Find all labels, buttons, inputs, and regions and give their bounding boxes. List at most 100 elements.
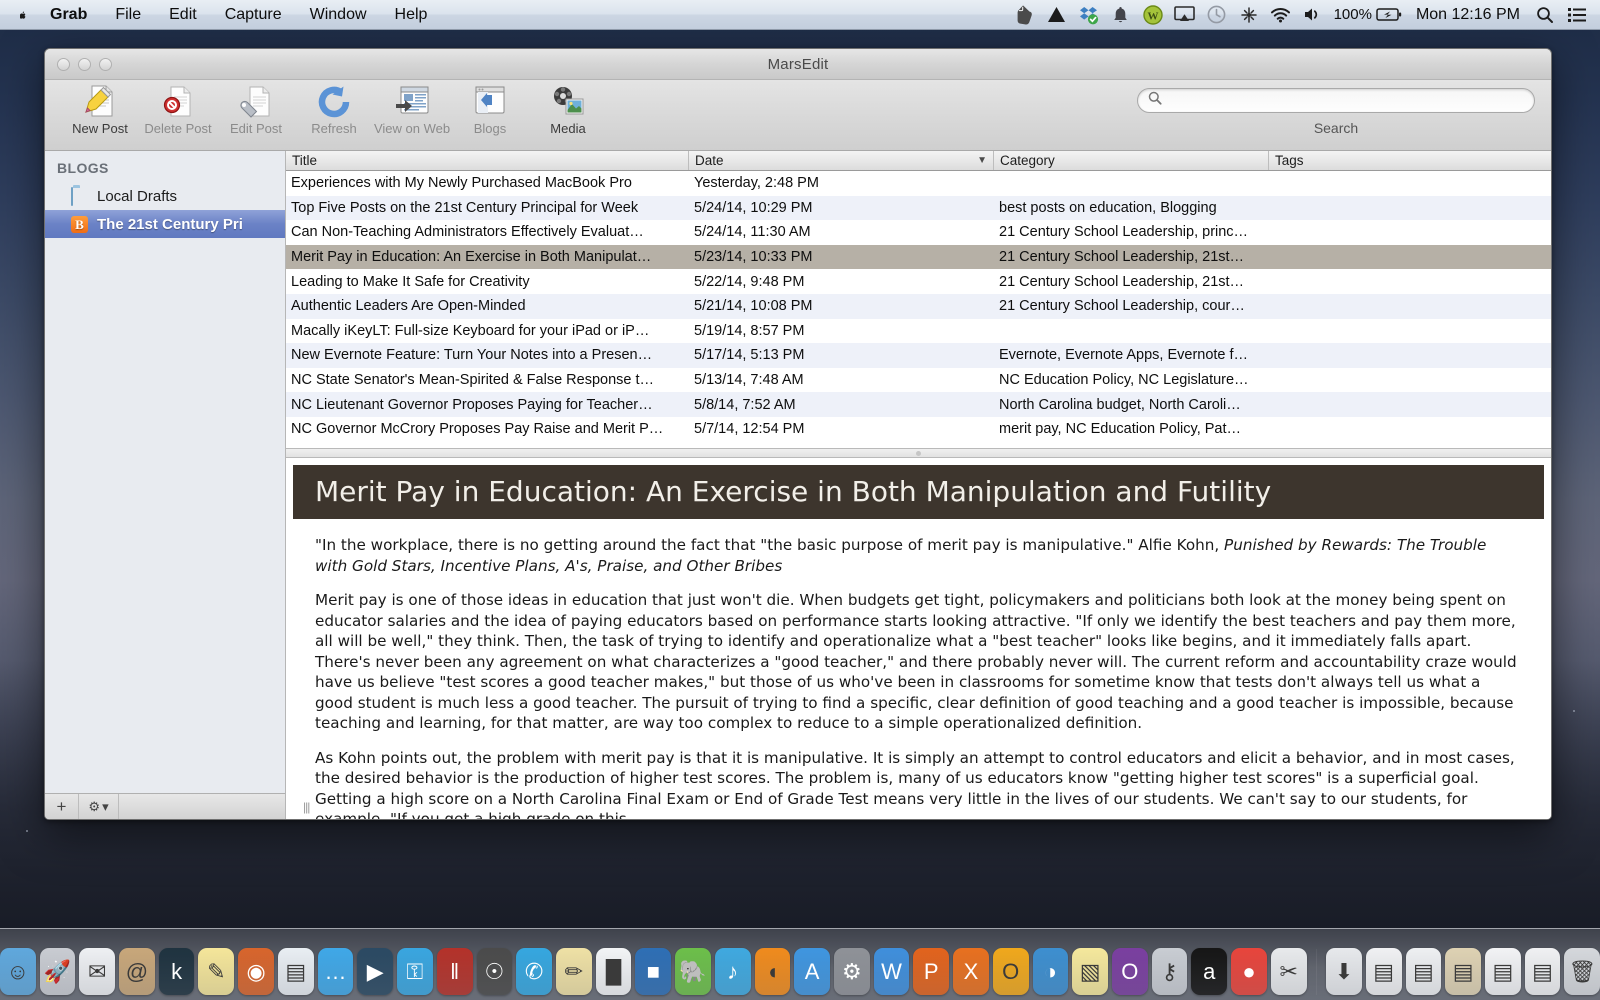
cell-cat: best posts on education, Blogging	[999, 199, 1217, 216]
dock-item-system-preferences[interactable]: ⚙	[833, 948, 870, 995]
table-row[interactable]: Can Non-Teaching Administrators Effectiv…	[286, 220, 1551, 245]
menu-item-help[interactable]: Help	[381, 0, 442, 30]
evernote-icon[interactable]	[1014, 4, 1036, 26]
battery-status[interactable]: 100%	[1334, 6, 1402, 23]
dock-item-grab[interactable]: ✂	[1270, 948, 1307, 995]
dropbox-icon[interactable]	[1078, 4, 1100, 26]
column-header-title[interactable]: Title	[286, 151, 689, 170]
dock-item-ibooks[interactable]: ◖	[754, 948, 791, 995]
sidebar-actions-button[interactable]: ⚙ ▾	[79, 794, 119, 819]
dock-item-1password[interactable]: ⚿	[397, 948, 433, 995]
menu-item-window[interactable]: Window	[296, 0, 381, 30]
dock-item-twitter[interactable]: ✆	[516, 948, 552, 995]
wallpaper-speck	[26, 830, 28, 832]
dock-item-keynote[interactable]: ■	[635, 948, 672, 995]
dock-item-scrivener[interactable]: ‖	[436, 948, 473, 995]
photo-booth-icon: ☉	[484, 958, 505, 984]
dock-item-amazon[interactable]: a	[1191, 948, 1228, 995]
dock-item-firefox[interactable]: ◑	[1032, 948, 1069, 995]
dock-item-microsoft-excel[interactable]: X	[953, 948, 989, 995]
refresh-button[interactable]: Refresh	[295, 80, 373, 136]
wordpress-icon[interactable]: W	[1142, 4, 1164, 26]
resize-grip[interactable]: |||	[303, 800, 310, 814]
dock-item-facetime[interactable]: ▶	[357, 948, 394, 995]
bluetooth-sync-icon[interactable]	[1238, 4, 1260, 26]
view-on-web-button[interactable]: View on Web	[373, 80, 451, 136]
table-row[interactable]: NC Governor McCrory Proposes Pay Raise a…	[286, 417, 1551, 442]
post-list[interactable]: Experiences with My Newly Purchased MacB…	[286, 171, 1551, 448]
dock-item-contacts[interactable]: @	[119, 948, 155, 995]
table-row[interactable]: NC Lieutenant Governor Proposes Paying f…	[286, 392, 1551, 417]
column-header-category[interactable]: Category	[994, 151, 1269, 170]
menu-item-grab[interactable]: Grab	[36, 0, 101, 30]
dock-item-document-window-3[interactable]: ▤	[1445, 948, 1481, 995]
dock-item-marsedit[interactable]: ✏	[555, 948, 592, 995]
menu-item-capture[interactable]: Capture	[211, 0, 296, 30]
dock-item-keychain-access[interactable]: ⚷	[1151, 948, 1188, 995]
dock-item-document-window-5[interactable]: ▤	[1524, 948, 1561, 995]
window-titlebar[interactable]: MarsEdit	[45, 49, 1551, 80]
table-row[interactable]: Experiences with My Newly Purchased MacB…	[286, 171, 1551, 196]
dock-item-microsoft-outlook[interactable]: O	[992, 948, 1029, 995]
dock-item-document-window-4[interactable]: ▤	[1484, 948, 1521, 995]
dock-item-numbers[interactable]: █	[595, 948, 632, 995]
dock-item-safari[interactable]: ◉	[238, 948, 274, 995]
table-row[interactable]: Leading to Make It Safe for Creativity 5/…	[286, 269, 1551, 294]
dock-item-evernote[interactable]: 🐘	[675, 948, 711, 995]
dock-item-kindle[interactable]: k	[158, 948, 195, 995]
dock-item-microsoft-powerpoint[interactable]: P	[913, 948, 950, 995]
wifi-icon[interactable]	[1270, 4, 1292, 26]
new-post-button[interactable]: New Post	[61, 80, 139, 136]
kindle-icon: k	[171, 958, 183, 984]
dock-item-app-store[interactable]: A	[794, 948, 830, 995]
apple-menu-icon[interactable]	[14, 2, 36, 28]
table-row[interactable]: Macally iKeyLT: Full-size Keyboard for y…	[286, 319, 1551, 344]
sidebar-item-local-drafts[interactable]: Local Drafts	[45, 182, 285, 210]
dock-item-notes[interactable]: ✎	[198, 948, 235, 995]
list-icon[interactable]	[1566, 4, 1588, 26]
post-table-header: Title Date ▼ Category Tags	[286, 151, 1551, 171]
menubar-clock[interactable]: Mon 12:16 PM	[1412, 6, 1524, 24]
add-blog-button[interactable]: +	[45, 794, 79, 819]
dock-item-messages[interactable]: …	[317, 948, 354, 995]
dock-item-document-window-1[interactable]: ▤	[1365, 948, 1402, 995]
column-header-date[interactable]: Date ▼	[689, 151, 994, 170]
news-reader-icon: ▤	[285, 958, 307, 984]
menu-item-edit[interactable]: Edit	[155, 0, 211, 30]
dock-item-news-reader[interactable]: ▤	[277, 948, 314, 995]
search-icon[interactable]	[1534, 4, 1556, 26]
table-row[interactable]: Merit Pay in Education: An Exercise in B…	[286, 244, 1551, 270]
dock-item-itunes[interactable]: ♪	[714, 948, 751, 995]
search-input[interactable]	[1168, 92, 1524, 109]
menu-item-file[interactable]: File	[101, 0, 155, 30]
dock-item-document-window-2[interactable]: ▤	[1405, 948, 1442, 995]
time-machine-icon[interactable]	[1206, 4, 1228, 26]
dock-item-google-chrome[interactable]: ●	[1231, 948, 1267, 995]
airplay-icon[interactable]	[1174, 4, 1196, 26]
dock-item-trash[interactable]: 🗑	[1564, 948, 1600, 995]
google-drive-icon[interactable]	[1046, 4, 1068, 26]
edit-post-button[interactable]: Edit Post	[217, 80, 295, 136]
media-button[interactable]: Media	[529, 80, 607, 136]
dock-item-onenote[interactable]: O	[1112, 948, 1148, 995]
dock-item-downloads-stack[interactable]: ⬇	[1326, 948, 1362, 995]
refresh-icon	[315, 83, 353, 119]
dock-item-launchpad[interactable]: 🚀	[39, 948, 76, 995]
dock-item-microsoft-word[interactable]: W	[873, 948, 910, 995]
table-row[interactable]: NC State Senator's Mean-Spirited & False…	[286, 368, 1551, 393]
blogs-button[interactable]: Blogs	[451, 80, 529, 136]
table-row[interactable]: Top Five Posts on the 21st Century Princ…	[286, 195, 1551, 221]
dock-item-mail-stamp[interactable]: ✉	[79, 948, 116, 995]
table-row[interactable]: Authentic Leaders Are Open-Minded 5/21/14…	[286, 293, 1551, 319]
sidebar-item-the-21st-century-pri[interactable]: B The 21st Century Pri	[45, 210, 285, 238]
delete-post-button[interactable]: Delete Post	[139, 80, 217, 136]
column-header-tags[interactable]: Tags	[1269, 151, 1551, 170]
volume-icon[interactable]	[1302, 4, 1324, 26]
dock-item-finder[interactable]: ☺	[0, 948, 36, 995]
table-row[interactable]: New Evernote Feature: Turn Your Notes in…	[286, 343, 1551, 368]
notification-bell-icon[interactable]	[1110, 4, 1132, 26]
pane-splitter[interactable]	[286, 448, 1551, 458]
dock-item-stickies[interactable]: ▧	[1072, 948, 1108, 995]
search-field[interactable]	[1137, 88, 1535, 113]
dock-item-photo-booth[interactable]: ☉	[476, 948, 513, 995]
